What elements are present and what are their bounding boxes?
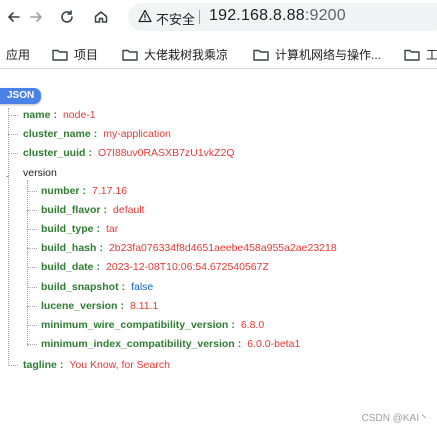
json-key: build_date bbox=[41, 261, 94, 273]
json-key: minimum_index_compatibility_version bbox=[41, 338, 235, 350]
json-value: 6.0.0-beta1 bbox=[247, 338, 301, 350]
warning-icon bbox=[138, 9, 152, 23]
json-row-build-hash: build_hash:2b23fa076334f8d4651aeebe458a9… bbox=[41, 242, 337, 254]
json-value: false bbox=[131, 281, 154, 293]
folder-icon bbox=[253, 49, 269, 61]
json-key: lucene_version bbox=[41, 300, 118, 312]
json-badge[interactable]: JSON bbox=[0, 88, 42, 104]
address-bar[interactable]: 不安全 192.168.8.88:9200 bbox=[128, 3, 437, 31]
json-value: 8.11.1 bbox=[129, 300, 159, 312]
json-row-cluster-uuid: cluster_uuid: O7I88uv0RASXB7zU1vkZ2Q bbox=[23, 147, 235, 159]
folder-icon bbox=[52, 49, 68, 61]
back-arrow-icon[interactable] bbox=[4, 7, 24, 27]
json-viewer: JSON name: node-1 cluster_name: my-applica… bbox=[0, 70, 437, 432]
csdn-watermark: CSDN @KAI丶 bbox=[361, 413, 429, 424]
url-text: 192.168.8.88:9200 bbox=[209, 7, 346, 25]
insecure-label: 不安全 bbox=[156, 12, 196, 27]
bookmark-label: 计算机网络与操作... bbox=[275, 47, 382, 62]
json-row-tagline: tagline: You Know, for Search bbox=[23, 359, 170, 371]
tree-branch bbox=[27, 191, 37, 192]
json-row-number: number:7.17.16 bbox=[41, 185, 128, 197]
tree-branch bbox=[8, 115, 18, 116]
json-key: cluster_name bbox=[23, 128, 91, 140]
json-row-build-snapshot: build_snapshot: false bbox=[41, 281, 154, 293]
json-key: tagline bbox=[23, 359, 57, 371]
json-value: 6.8.0 bbox=[240, 319, 265, 331]
reload-icon[interactable] bbox=[57, 7, 77, 27]
json-key: name bbox=[23, 109, 51, 121]
tree-branch bbox=[27, 306, 37, 307]
json-row-name: name: node-1 bbox=[23, 109, 96, 121]
json-value: O7I88uv0RASXB7zU1vkZ2Q bbox=[97, 147, 235, 159]
browser-toolbar: 不安全 192.168.8.88:9200 bbox=[0, 0, 437, 34]
url-host: 192.168.8.88 bbox=[209, 7, 305, 24]
tree-branch bbox=[27, 248, 37, 249]
json-value: 2b23fa076334f8d4651aeebe458a955a2ae23218 bbox=[108, 242, 337, 254]
json-value: my-application bbox=[103, 128, 171, 140]
json-value: default bbox=[113, 204, 145, 216]
json-key: number bbox=[41, 185, 80, 197]
json-key: build_snapshot bbox=[41, 281, 119, 293]
json-key: build_flavor bbox=[41, 204, 101, 216]
apps-label: 应用 bbox=[6, 47, 31, 62]
json-value: 7.17.16 bbox=[92, 185, 128, 197]
tree-branch bbox=[27, 344, 37, 345]
tree-branch bbox=[27, 267, 37, 268]
address-separator bbox=[199, 10, 200, 24]
json-value: 2023-12-08T10:06:54.672540567Z bbox=[106, 261, 269, 273]
tree-branch bbox=[27, 210, 37, 211]
json-row-build-flavor: build_flavor: default bbox=[41, 204, 145, 216]
forward-arrow-icon[interactable] bbox=[26, 7, 46, 27]
bookmark-folder-4[interactable]: 工 bbox=[404, 45, 437, 63]
bookmark-folder-2[interactable]: 大佬栽树我乘凉 bbox=[122, 45, 228, 63]
tree-branch bbox=[8, 153, 18, 154]
json-row-cluster-name: cluster_name: my-application bbox=[23, 128, 171, 140]
collapse-toggle[interactable]: - bbox=[4, 172, 11, 181]
json-key: cluster_uuid bbox=[23, 147, 86, 159]
bookmark-apps[interactable]: 应用 bbox=[6, 45, 30, 63]
json-key: build_hash bbox=[41, 242, 97, 254]
bookmark-label: 项目 bbox=[74, 47, 99, 62]
json-row-build-type: build_type: tar bbox=[41, 223, 119, 235]
json-row-min-index: minimum_index_compatibility_version:6.0.… bbox=[41, 338, 301, 350]
json-row-min-wire: minimum_wire_compatibility_version:6.8.0 bbox=[41, 319, 265, 331]
tree-branch bbox=[8, 134, 18, 135]
tree-branch bbox=[27, 287, 37, 288]
json-value: You Know, for Search bbox=[69, 359, 170, 371]
json-row-version[interactable]: version bbox=[23, 166, 57, 180]
bookmark-label: 工 bbox=[426, 47, 437, 62]
bookmarks-bar: 应用 项目 大佬栽树我乘凉 计算机网络与操作... 工 bbox=[0, 38, 437, 69]
tree-branch bbox=[8, 365, 18, 366]
tree-guide-root bbox=[8, 108, 9, 366]
bookmark-label: 大佬栽树我乘凉 bbox=[144, 47, 229, 62]
tree-branch bbox=[27, 229, 37, 230]
json-row-build-date: build_date:2023-12-08T10:06:54.672540567… bbox=[41, 261, 269, 273]
bookmark-folder-3[interactable]: 计算机网络与操作... bbox=[253, 45, 381, 63]
tree-guide-version bbox=[27, 180, 28, 346]
json-value: node-1 bbox=[62, 109, 96, 121]
home-icon[interactable] bbox=[91, 7, 111, 27]
folder-icon bbox=[404, 49, 420, 61]
json-key: minimum_wire_compatibility_version bbox=[41, 319, 229, 331]
json-key: build_type bbox=[41, 223, 94, 235]
url-port: :9200 bbox=[304, 7, 346, 24]
json-value: tar bbox=[106, 223, 119, 235]
folder-icon bbox=[122, 49, 138, 61]
tree-branch bbox=[27, 325, 37, 326]
json-object-key: version bbox=[23, 167, 57, 179]
json-row-lucene-version: lucene_version:8.11.1 bbox=[41, 300, 159, 312]
bookmark-folder-1[interactable]: 项目 bbox=[52, 45, 98, 63]
